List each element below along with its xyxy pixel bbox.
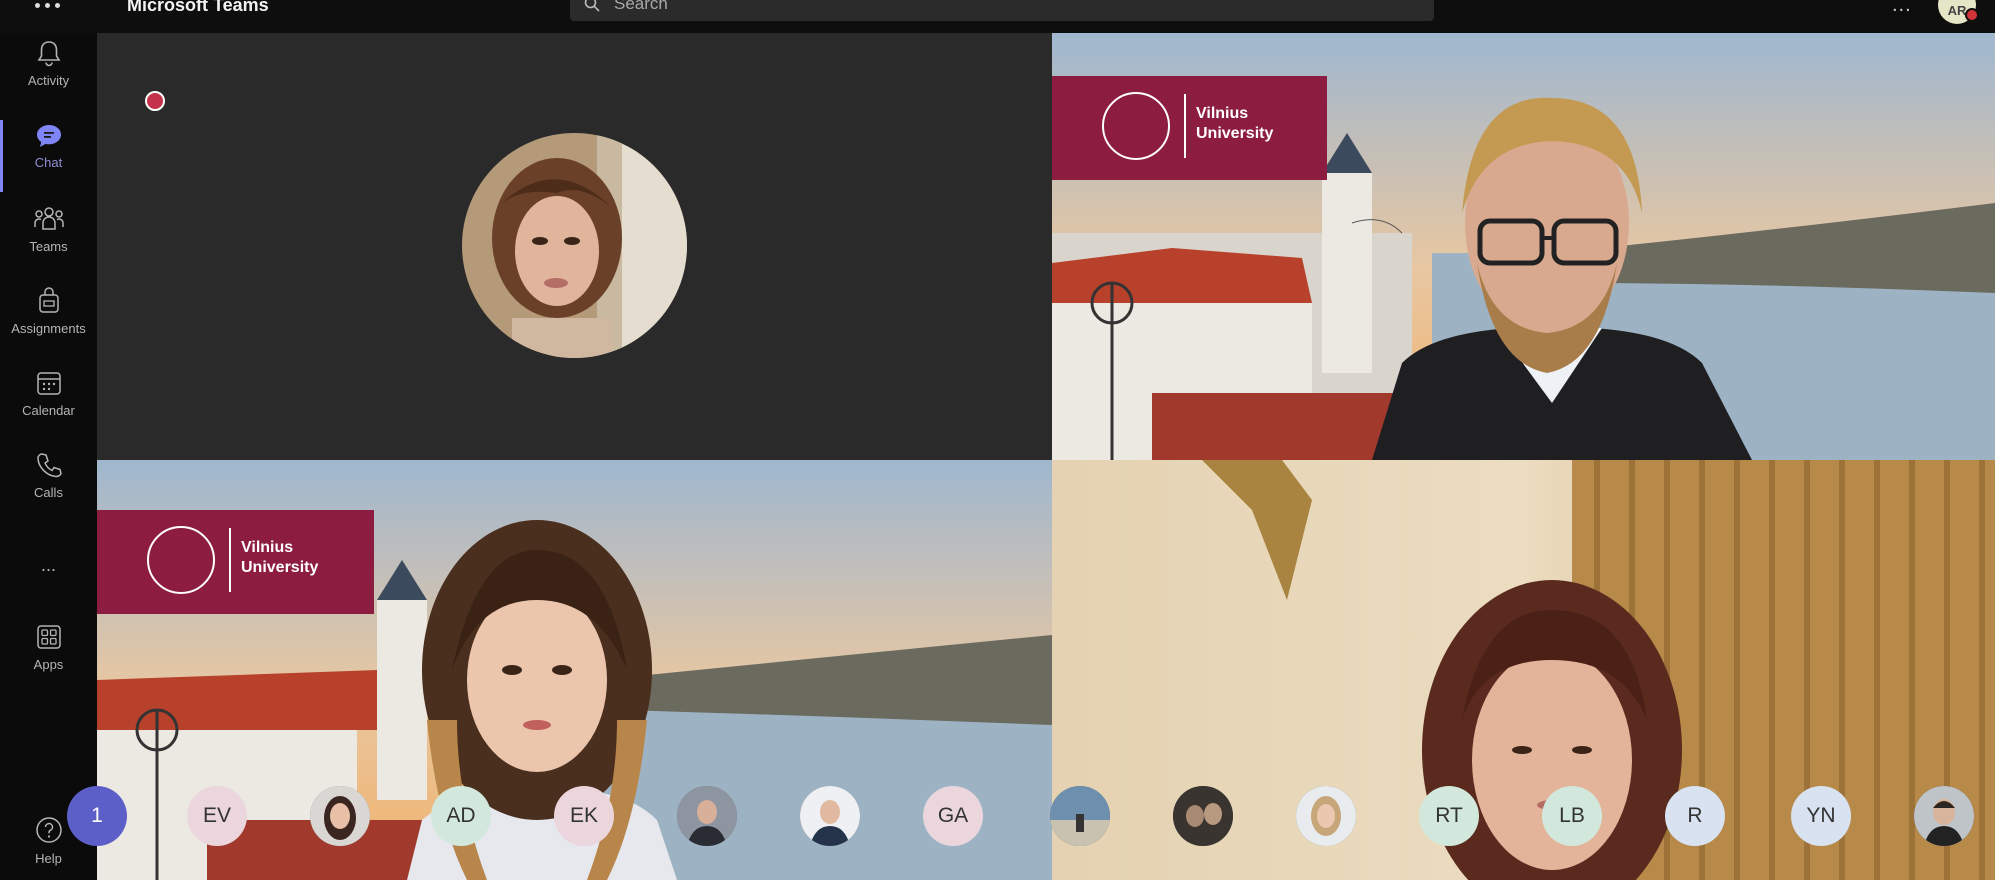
participant-avatar-photo[interactable] bbox=[800, 786, 860, 846]
participant-strip: 1 EV AD EK GA RT LB R YN bbox=[67, 780, 1995, 850]
banner-divider bbox=[229, 528, 231, 592]
assignments-icon bbox=[38, 287, 59, 313]
participant-avatar-photo[interactable] bbox=[1173, 786, 1233, 846]
app-rail: Activity Chat Teams Assignments Calendar… bbox=[0, 33, 97, 880]
rail-label: Calendar bbox=[22, 403, 75, 418]
rail-label: Help bbox=[35, 851, 62, 866]
participant-avatar-ad[interactable]: AD bbox=[431, 786, 491, 846]
participant-avatar-ev[interactable]: EV bbox=[187, 786, 247, 846]
search-icon bbox=[584, 0, 600, 12]
rail-label: Apps bbox=[33, 657, 64, 672]
overflow-count-badge[interactable]: 1 bbox=[67, 786, 127, 846]
search-input[interactable]: Search bbox=[570, 0, 1434, 21]
presence-status-icon bbox=[1965, 8, 1979, 22]
banner-divider bbox=[1184, 94, 1186, 158]
rail-item-teams[interactable]: Teams bbox=[0, 205, 97, 275]
video-tile-participant-2[interactable]: Vilnius University bbox=[1052, 33, 1995, 460]
participant-avatar-ek[interactable]: EK bbox=[554, 786, 614, 846]
chat-icon bbox=[36, 125, 61, 147]
title-bar: Microsoft Teams Search ... AR bbox=[0, 0, 1995, 33]
rail-item-apps[interactable]: Apps bbox=[0, 623, 97, 693]
participant-avatar-photo[interactable] bbox=[1914, 786, 1974, 846]
participant-avatar-photo[interactable] bbox=[677, 786, 737, 846]
calendar-icon bbox=[36, 372, 61, 395]
teams-icon bbox=[33, 207, 64, 230]
rail-item-activity[interactable]: Activity bbox=[0, 39, 97, 109]
app-launcher-icon[interactable] bbox=[32, 0, 62, 14]
rail-label: Teams bbox=[29, 239, 68, 254]
university-seal-icon bbox=[147, 526, 215, 594]
participant-avatar-lb[interactable]: LB bbox=[1542, 786, 1602, 846]
participant-avatar-yn[interactable]: YN bbox=[1791, 786, 1851, 846]
university-seal-icon bbox=[1102, 92, 1170, 160]
video-tile-participant-1[interactable] bbox=[97, 33, 1052, 460]
rail-item-calls[interactable]: Calls bbox=[0, 451, 97, 521]
participant-avatar-rt[interactable]: RT bbox=[1419, 786, 1479, 846]
more-icon: ... bbox=[40, 555, 56, 575]
rail-item-more[interactable]: ... bbox=[0, 555, 97, 585]
recording-indicator-icon bbox=[145, 91, 165, 111]
banner-title: Vilnius University bbox=[241, 538, 318, 578]
participant-avatar-ga[interactable]: GA bbox=[923, 786, 983, 846]
search-placeholder: Search bbox=[614, 0, 668, 13]
help-icon bbox=[35, 817, 62, 843]
rail-label: Chat bbox=[34, 155, 63, 170]
rail-label: Activity bbox=[27, 73, 70, 88]
participant-avatar bbox=[462, 133, 687, 358]
phone-icon bbox=[36, 453, 62, 478]
rail-label: Calls bbox=[34, 485, 63, 500]
more-options-button[interactable]: ... bbox=[1892, 0, 1912, 17]
rail-item-calendar[interactable]: Calendar bbox=[0, 369, 97, 439]
apps-icon bbox=[36, 625, 61, 649]
participant-avatar-photo[interactable] bbox=[1050, 786, 1110, 846]
participant-avatar-photo[interactable] bbox=[1296, 786, 1356, 846]
app-title: Microsoft Teams bbox=[127, 0, 269, 15]
participant-video bbox=[1372, 97, 1752, 460]
rail-label: Assignments bbox=[11, 321, 86, 336]
rail-item-chat[interactable]: Chat bbox=[0, 123, 97, 193]
banner-line-2: University bbox=[241, 559, 319, 576]
participant-avatar-photo[interactable] bbox=[310, 786, 370, 846]
banner-line-1: Vilnius bbox=[1196, 105, 1249, 122]
participant-avatar-r[interactable]: R bbox=[1665, 786, 1725, 846]
banner-line-1: Vilnius bbox=[241, 539, 294, 556]
bell-icon bbox=[37, 41, 60, 67]
rail-item-assignments[interactable]: Assignments bbox=[0, 287, 97, 357]
